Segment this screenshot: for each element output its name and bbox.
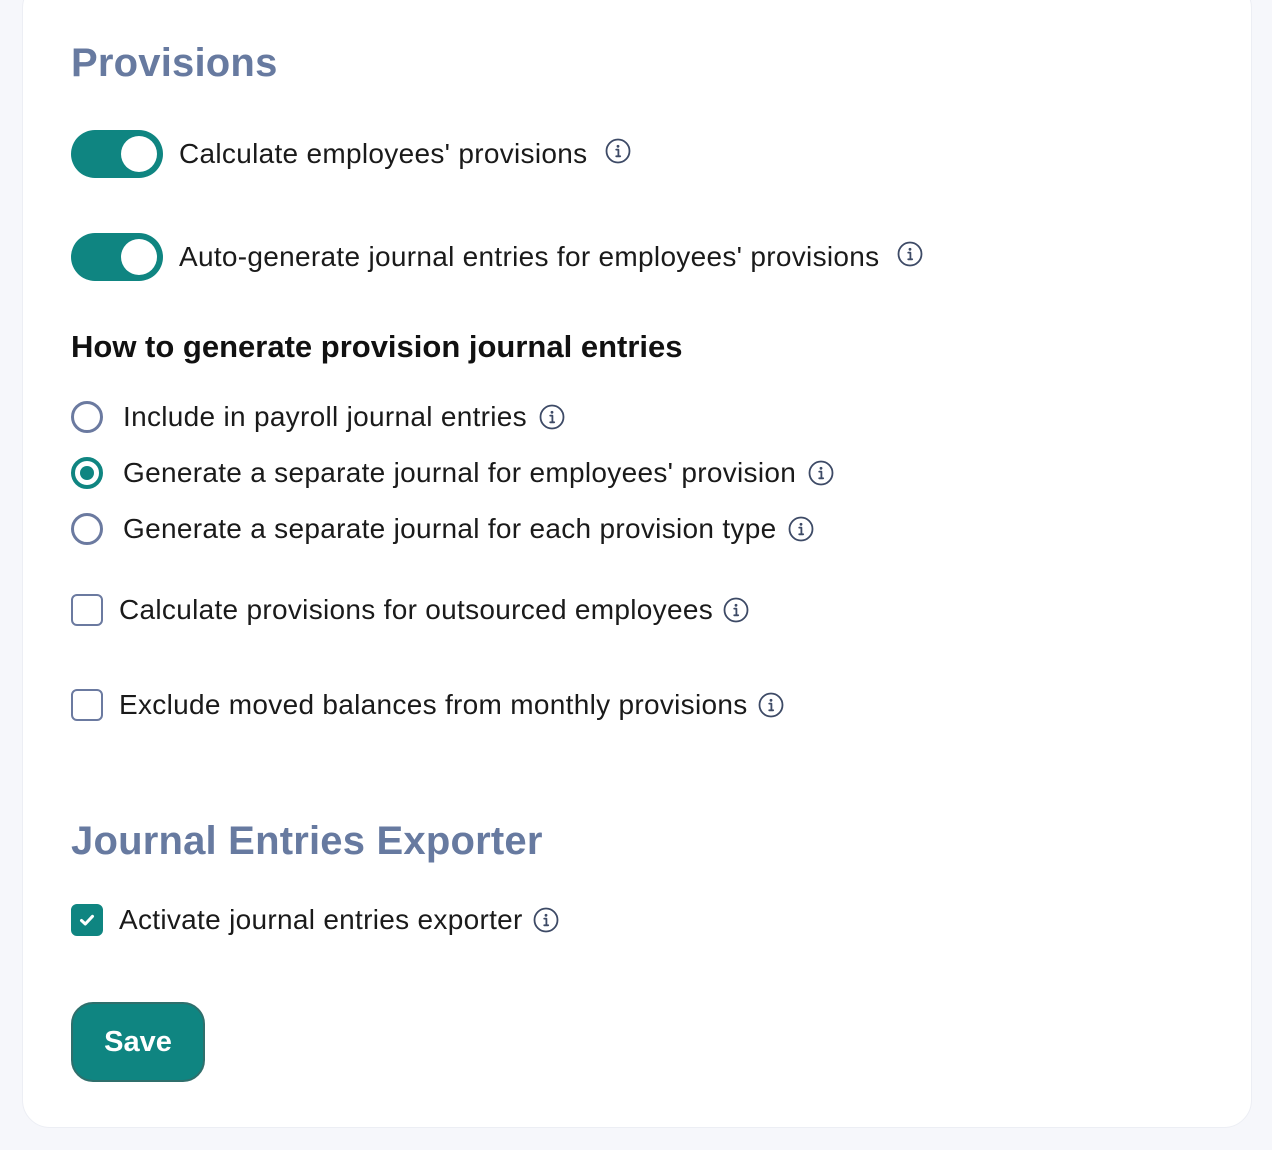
info-icon[interactable] xyxy=(539,404,565,430)
settings-card: Provisions Calculate employees' provisio… xyxy=(22,0,1252,1128)
outsourced-employees-label: Calculate provisions for outsourced empl… xyxy=(119,594,714,625)
info-icon[interactable] xyxy=(808,460,834,486)
outsourced-employees-checkbox[interactable] xyxy=(71,594,103,626)
toggle-knob xyxy=(121,136,157,172)
info-icon[interactable] xyxy=(533,907,559,933)
info-icon[interactable] xyxy=(723,597,749,623)
autogenerate-journal-label: Auto-generate journal entries for employ… xyxy=(179,241,880,272)
radio-label: Generate a separate journal for employee… xyxy=(123,457,797,488)
checkmark-icon xyxy=(80,914,94,926)
radio-option-include-payroll[interactable]: Include in payroll journal entries xyxy=(71,401,565,433)
how-to-generate-heading: How to generate provision journal entrie… xyxy=(71,329,683,364)
radio-button-selected[interactable] xyxy=(71,457,103,489)
radio-label: Generate a separate journal for each pro… xyxy=(123,513,777,544)
activate-exporter-checkbox[interactable] xyxy=(71,904,103,936)
info-icon[interactable] xyxy=(758,692,784,718)
info-icon[interactable] xyxy=(897,241,923,267)
toggle-knob xyxy=(121,239,157,275)
radio-button[interactable] xyxy=(71,513,103,545)
exclude-moved-balances-row[interactable]: Exclude moved balances from monthly prov… xyxy=(71,689,784,721)
autogenerate-provisions-row: Auto-generate journal entries for employ… xyxy=(71,233,923,281)
exclude-moved-balances-label: Exclude moved balances from monthly prov… xyxy=(119,689,748,720)
activate-exporter-label: Activate journal entries exporter xyxy=(119,904,523,935)
exclude-moved-balances-checkbox[interactable] xyxy=(71,689,103,721)
radio-button[interactable] xyxy=(71,401,103,433)
activate-exporter-row[interactable]: Activate journal entries exporter xyxy=(71,904,559,936)
journal-exporter-section-title: Journal Entries Exporter xyxy=(71,819,543,863)
outsourced-employees-row[interactable]: Calculate provisions for outsourced empl… xyxy=(71,594,749,626)
calculate-provisions-toggle[interactable] xyxy=(71,130,163,178)
radio-option-each-provision-type[interactable]: Generate a separate journal for each pro… xyxy=(71,513,814,545)
radio-option-separate-journal[interactable]: Generate a separate journal for employee… xyxy=(71,457,834,489)
provisions-section-title: Provisions xyxy=(71,41,278,85)
autogenerate-journal-toggle[interactable] xyxy=(71,233,163,281)
calculate-provisions-label: Calculate employees' provisions xyxy=(179,138,588,169)
info-icon[interactable] xyxy=(605,138,631,164)
radio-label: Include in payroll journal entries xyxy=(123,401,527,432)
calculate-provisions-row: Calculate employees' provisions xyxy=(71,130,631,178)
info-icon[interactable] xyxy=(788,516,814,542)
save-button[interactable]: Save xyxy=(71,1002,205,1082)
